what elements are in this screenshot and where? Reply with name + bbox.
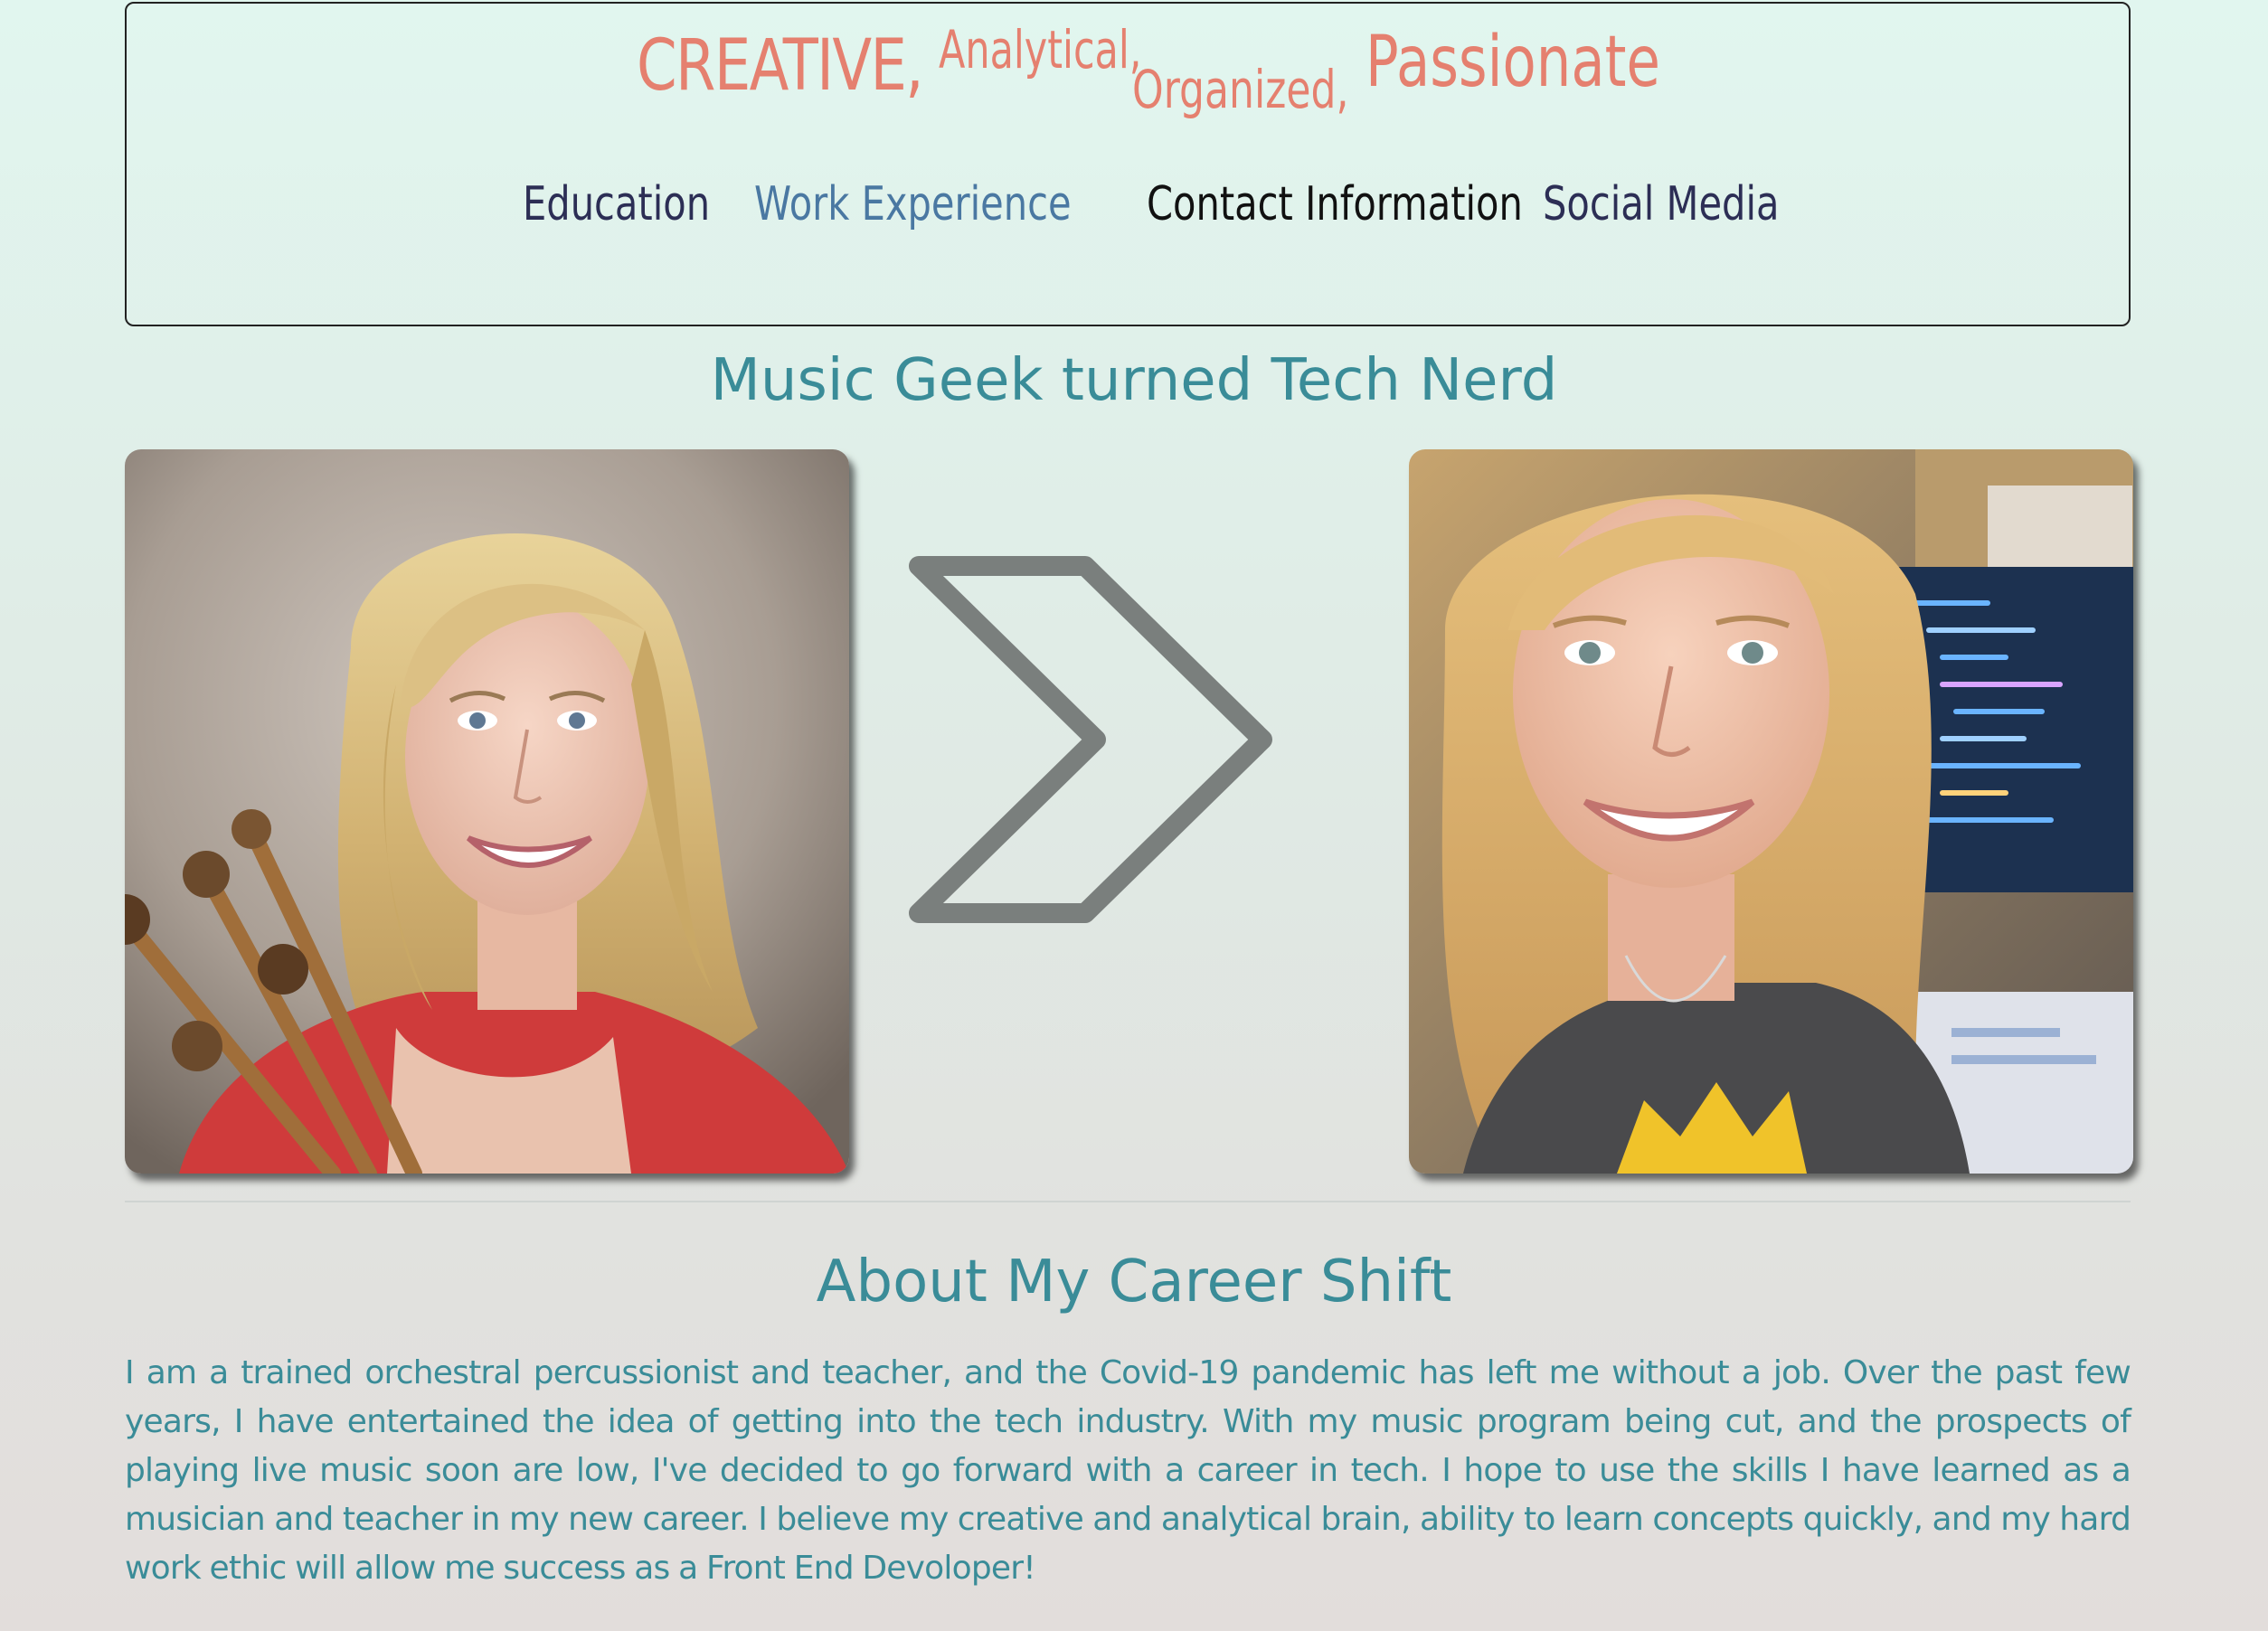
tagline-word-analytical: Analytical, (939, 19, 1142, 80)
tagline-word-creative: CREATIVE, (637, 25, 924, 107)
nav-education-link[interactable]: Education (523, 181, 710, 228)
hero-title: Music Geek turned Tech Nerd (710, 347, 1558, 414)
tagline-word-passionate: Passionate (1366, 22, 1660, 103)
nav-social-media-link[interactable]: Social Media (1543, 181, 1780, 228)
musician-portrait-image (125, 449, 849, 1174)
about-section-title: About My Career Shift (816, 1249, 1452, 1315)
site-header: CREATIVE, Analytical, Organized, Passion… (125, 2, 2131, 326)
tagline-word-organized: Organized, (1132, 59, 1349, 120)
section-divider (125, 1201, 2131, 1202)
about-section-body: I am a trained orchestral percussionist … (125, 1354, 2131, 1587)
nav-contact-information-link[interactable]: Contact Information (1147, 181, 1523, 228)
chevron-right-icon (904, 553, 1284, 926)
nav-work-experience-link[interactable]: Work Experience (754, 181, 1072, 228)
developer-selfie-image (1409, 449, 2133, 1174)
